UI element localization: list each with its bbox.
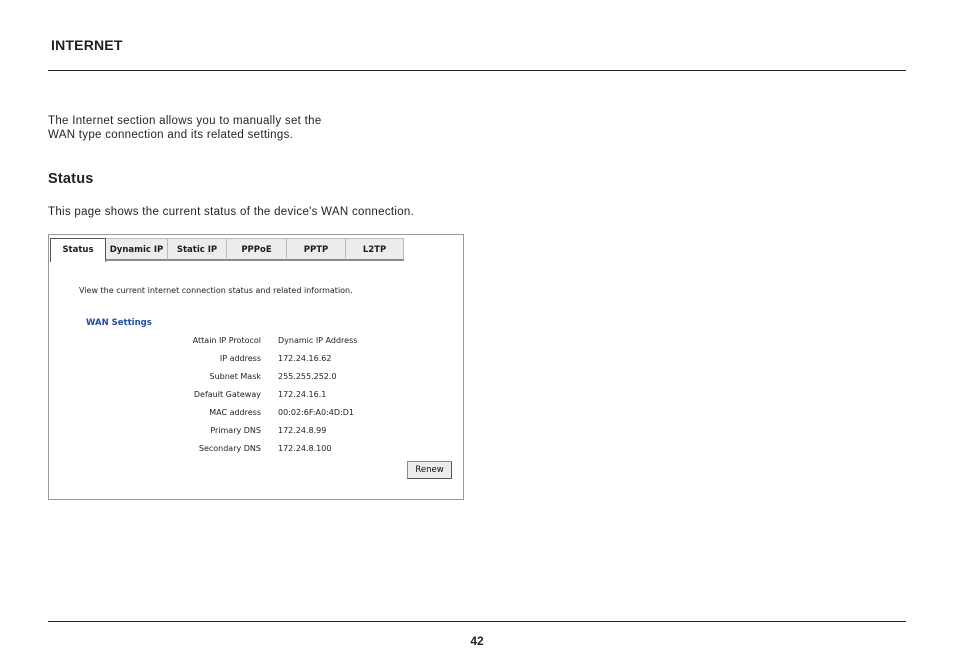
value-default-gateway: 172.24.16.1: [278, 390, 327, 399]
label-attain-ip-protocol: Attain IP Protocol: [192, 336, 261, 345]
tab-static-ip[interactable]: Static IP: [168, 238, 227, 260]
tab-l2tp[interactable]: L2TP: [346, 238, 404, 260]
header-divider: [48, 70, 906, 71]
tab-status[interactable]: Status: [50, 238, 106, 262]
tab-pppoe[interactable]: PPPoE: [227, 238, 287, 260]
status-description: This page shows the current status of th…: [48, 206, 415, 218]
value-ip-address: 172.24.16.62: [278, 354, 332, 363]
label-default-gateway: Default Gateway: [193, 390, 261, 399]
renew-button[interactable]: Renew: [407, 461, 452, 479]
page-number: 42: [470, 634, 484, 648]
value-secondary-dns: 172.24.8.100: [278, 444, 332, 453]
tab-pptp[interactable]: PPTP: [287, 238, 346, 260]
label-secondary-dns: Secondary DNS: [198, 444, 261, 453]
label-mac-address: MAC address: [209, 408, 261, 417]
intro-line-2: WAN type connection and its related sett…: [48, 129, 294, 141]
tab-underline: [105, 260, 404, 261]
section-header: INTERNET: [51, 37, 123, 53]
router-status-screenshot: Status Dynamic IP Static IP PPPoE PPTP L…: [48, 234, 464, 500]
status-heading: Status: [48, 171, 94, 187]
value-subnet-mask: 255.255.252.0: [278, 372, 337, 381]
wan-settings-title: WAN Settings: [86, 318, 152, 328]
label-primary-dns: Primary DNS: [210, 426, 261, 435]
value-mac-address: 00:02:6F:A0:4D:D1: [278, 408, 354, 417]
value-primary-dns: 172.24.8.99: [278, 426, 327, 435]
value-attain-ip-protocol: Dynamic IP Address: [278, 336, 358, 345]
intro-text: The Internet section allows you to manua…: [48, 114, 388, 142]
footer-divider: [48, 621, 906, 622]
label-subnet-mask: Subnet Mask: [209, 372, 261, 381]
label-ip-address: IP address: [219, 354, 261, 363]
tab-dynamic-ip[interactable]: Dynamic IP: [106, 238, 168, 260]
intro-line-1: The Internet section allows you to manua…: [48, 115, 322, 127]
panel-description: View the current internet connection sta…: [79, 286, 353, 295]
